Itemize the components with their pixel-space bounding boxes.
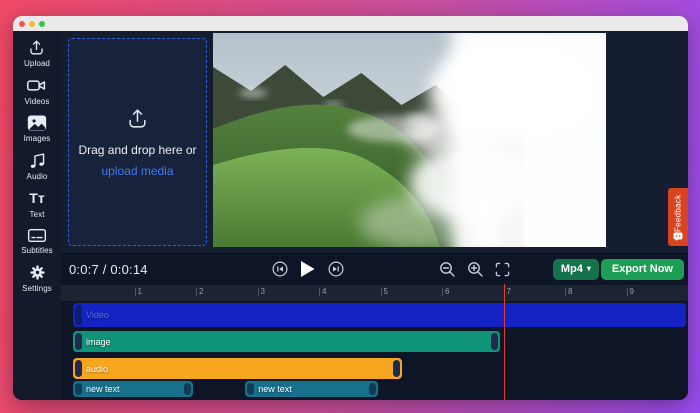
time-display: 0:0:7 / 0:0:14 xyxy=(69,261,148,277)
mountain-scene-illustration xyxy=(213,33,606,247)
media-pane: Drag and drop here or upload media Feedb… xyxy=(61,31,688,253)
desktop-background: Upload Videos Images Audio Tᴛ Text Subti… xyxy=(0,0,700,413)
format-label: Mp4 xyxy=(560,263,583,275)
sidebar-item-label: Audio xyxy=(26,172,48,181)
ruler-tick: 4 xyxy=(319,287,326,296)
sidebar-item-label: Videos xyxy=(24,97,50,106)
dropzone-text: Drag and drop here or xyxy=(78,143,197,157)
timeline-zoom-controls xyxy=(439,254,510,284)
ruler-tick: 3 xyxy=(257,287,265,296)
close-window-button[interactable] xyxy=(19,20,25,27)
upload-dropzone[interactable]: Drag and drop here or upload media xyxy=(68,38,207,246)
upload-icon xyxy=(125,106,150,136)
ruler-tick: 5 xyxy=(380,287,388,296)
upload-icon xyxy=(27,38,46,57)
subtitles-icon xyxy=(27,227,47,244)
minimize-window-button[interactable] xyxy=(29,20,35,27)
track-row-video: Video xyxy=(61,303,688,327)
settings-icon xyxy=(28,263,47,282)
skip-back-button[interactable] xyxy=(272,261,288,277)
skip-forward-icon xyxy=(328,261,344,277)
transport-controls xyxy=(272,254,344,284)
chevron-down-icon: ▾ xyxy=(586,264,591,273)
sidebar-item-settings[interactable]: Settings xyxy=(22,263,52,293)
app-window: Upload Videos Images Audio Tᴛ Text Subti… xyxy=(13,16,688,400)
sidebar-item-label: Subtitles xyxy=(21,246,53,255)
timeline-clip-image[interactable]: image xyxy=(73,331,500,352)
playback-controls-bar: 0:0:7 / 0:0:14 Mp4 ▾ Export Now xyxy=(61,253,688,284)
clip-label: image xyxy=(86,336,111,347)
sidebar-item-upload[interactable]: Upload xyxy=(24,38,50,68)
ruler-tick: 9 xyxy=(626,287,634,296)
fit-screen-icon xyxy=(495,262,510,276)
sidebar: Upload Videos Images Audio Tᴛ Text Subti… xyxy=(13,31,61,400)
format-select-button[interactable]: Mp4 ▾ xyxy=(552,258,599,280)
video-preview xyxy=(213,33,606,247)
upload-media-link[interactable]: upload media xyxy=(101,164,173,178)
clip-label: Video xyxy=(86,310,109,320)
sidebar-item-label: Text xyxy=(29,210,45,219)
zoom-out-icon xyxy=(440,261,455,277)
feedback-label: Feedback xyxy=(673,194,683,232)
sidebar-item-label: Images xyxy=(23,134,51,143)
clip-label: new text xyxy=(258,384,292,394)
timeline-clip-video[interactable]: Video xyxy=(73,303,687,327)
skip-back-icon xyxy=(272,261,288,277)
app-content: Upload Videos Images Audio Tᴛ Text Subti… xyxy=(13,31,688,400)
timeline-ruler[interactable]: 123456789 xyxy=(61,285,688,301)
playhead[interactable] xyxy=(503,284,505,400)
sidebar-item-audio[interactable]: Audio xyxy=(27,151,48,181)
timeline-clip-audio[interactable]: audio xyxy=(73,358,403,379)
track-row-text: new text new text xyxy=(61,381,688,397)
window-titlebar xyxy=(13,16,688,31)
ruler-tick: 6 xyxy=(442,287,449,296)
play-icon xyxy=(301,261,315,277)
videos-icon xyxy=(26,76,47,95)
text-icon: Tᴛ xyxy=(29,190,45,206)
sidebar-item-label: Settings xyxy=(22,284,52,293)
feedback-chat-icon xyxy=(673,232,683,241)
feedback-button[interactable]: Feedback xyxy=(668,188,688,246)
images-icon xyxy=(27,114,47,132)
clip-label: new text xyxy=(86,384,120,394)
sidebar-item-label: Upload xyxy=(24,59,50,68)
fit-screen-button[interactable] xyxy=(495,262,510,277)
sidebar-item-text[interactable]: Tᴛ Text xyxy=(29,189,44,219)
timeline-clip-text[interactable]: new text xyxy=(245,381,379,397)
track-row-audio: audio xyxy=(61,358,688,379)
zoom-in-icon xyxy=(468,261,483,277)
export-controls: Mp4 ▾ Export Now xyxy=(552,254,684,284)
audio-icon xyxy=(28,151,46,170)
sidebar-item-videos[interactable]: Videos xyxy=(25,76,50,106)
sidebar-item-images[interactable]: Images xyxy=(24,114,51,143)
track-row-image: image xyxy=(61,331,688,352)
maximize-window-button[interactable] xyxy=(39,20,45,27)
skip-forward-button[interactable] xyxy=(328,261,344,277)
sidebar-item-subtitles[interactable]: Subtitles xyxy=(21,227,53,255)
main-panel: Drag and drop here or upload media Feedb… xyxy=(61,31,688,400)
ruler-tick: 8 xyxy=(565,287,572,296)
clip-label: audio xyxy=(86,363,109,374)
export-now-button[interactable]: Export Now xyxy=(600,258,684,280)
zoom-out-button[interactable] xyxy=(439,261,456,278)
ruler-tick: 1 xyxy=(134,287,142,296)
ruler-tick: 2 xyxy=(196,287,203,296)
play-button[interactable] xyxy=(301,261,315,277)
timeline[interactable]: 123456789 Video image audio new text new … xyxy=(61,284,688,400)
timeline-clip-text[interactable]: new text xyxy=(73,381,193,397)
zoom-in-button[interactable] xyxy=(467,261,484,278)
